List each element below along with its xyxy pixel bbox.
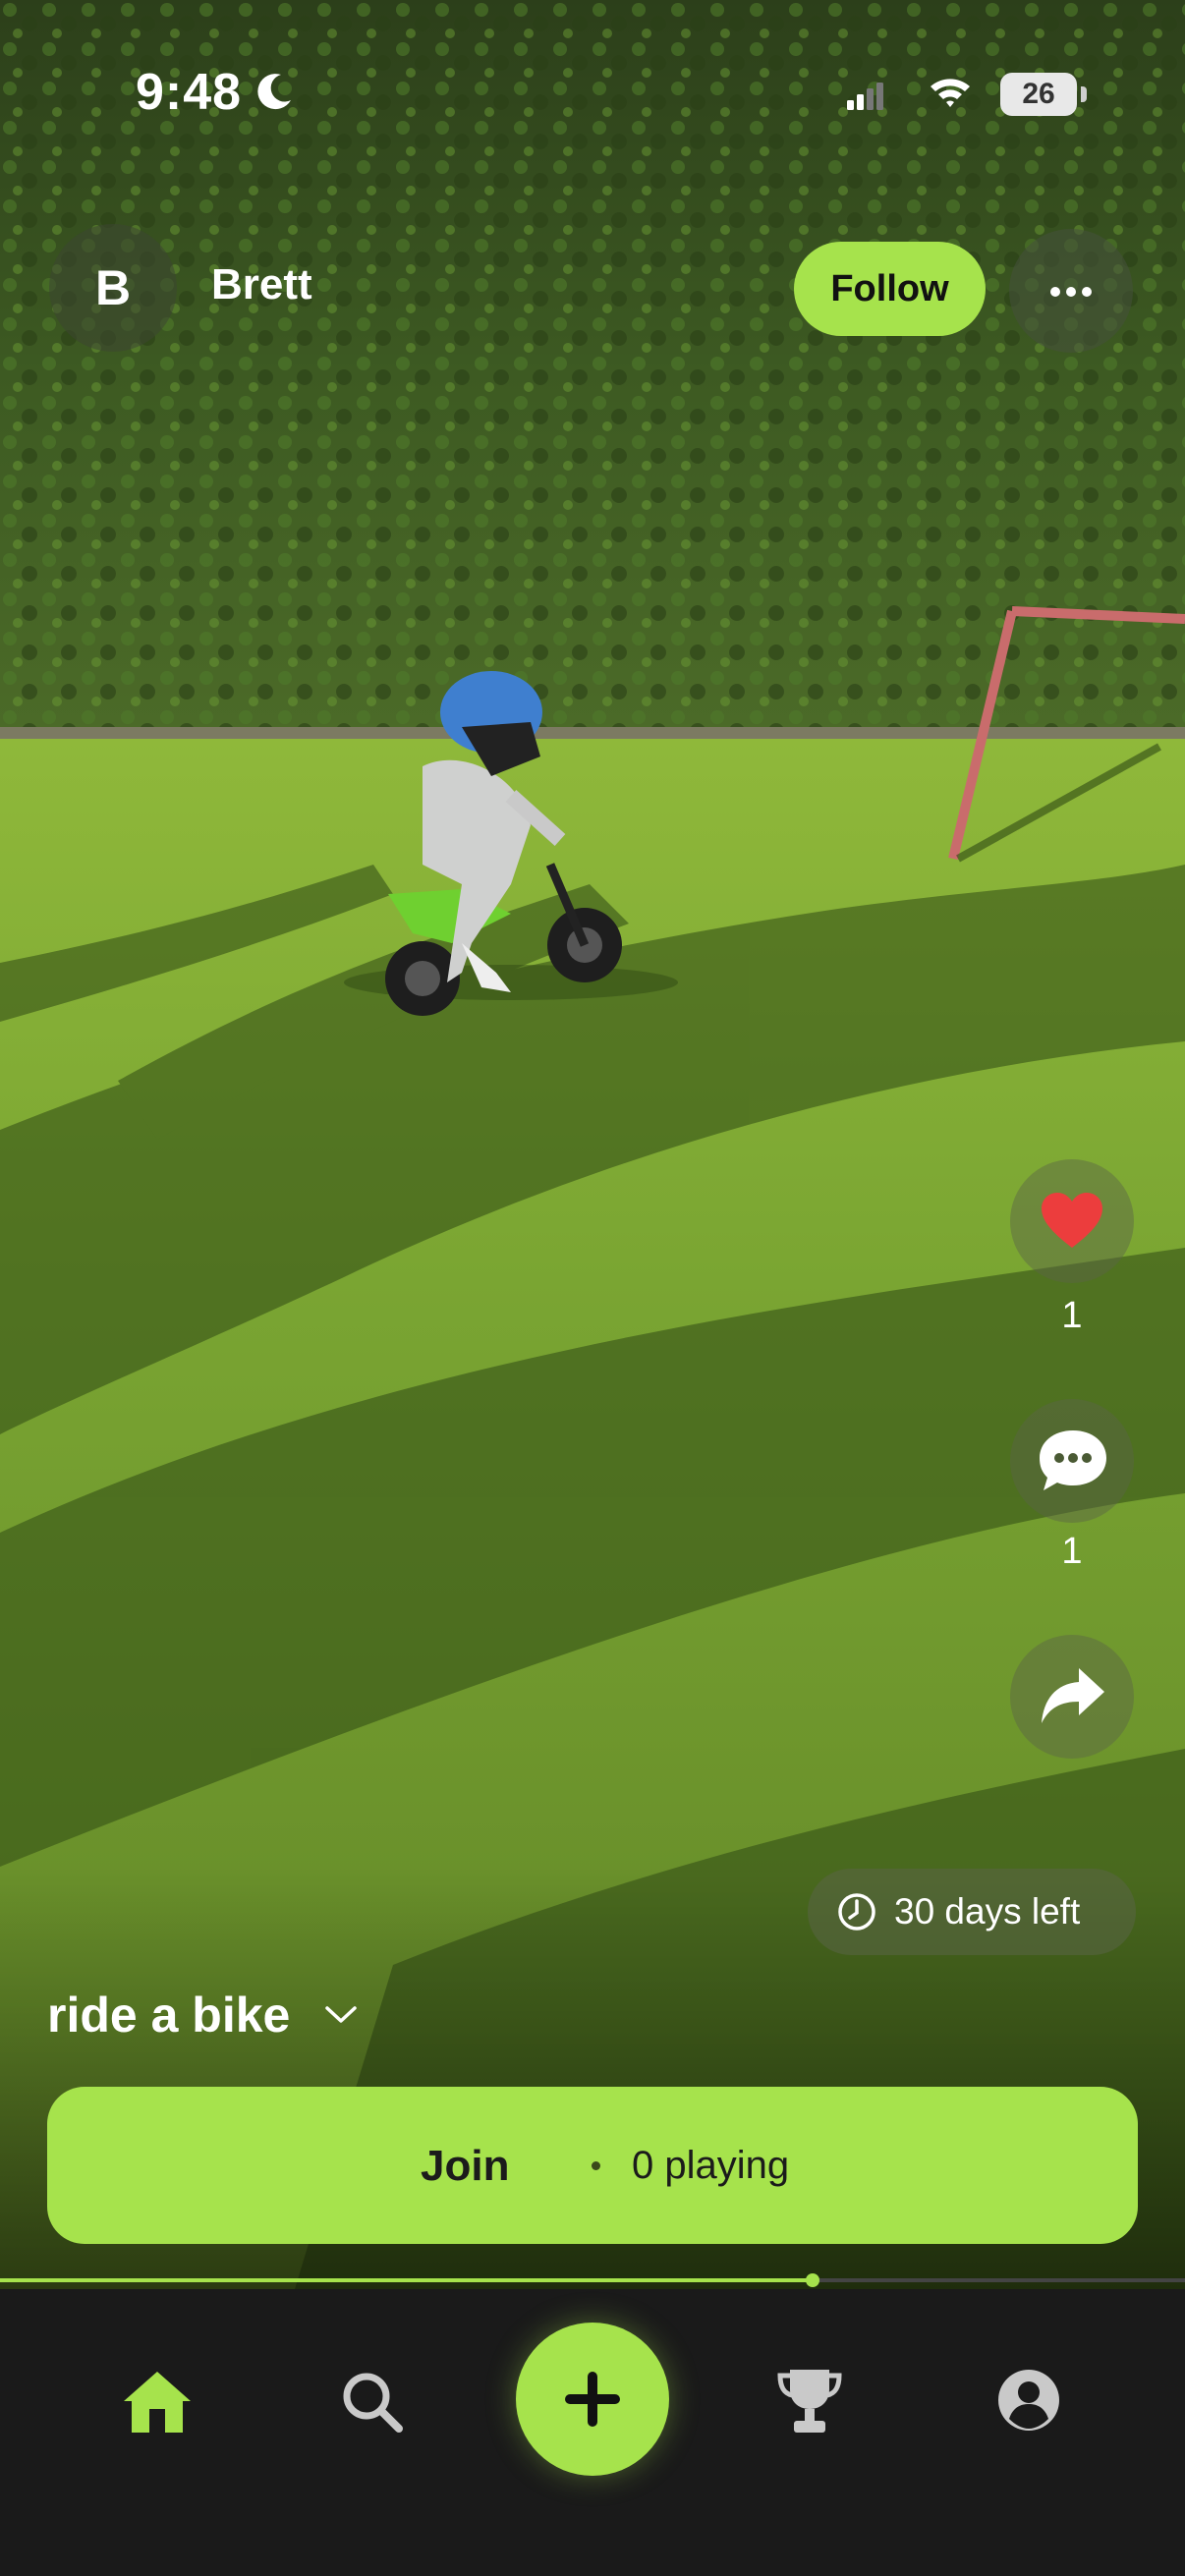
chevron-down-icon[interactable] [324,2004,358,2031]
like-button[interactable] [1010,1159,1134,1283]
share-icon [1042,1668,1104,1723]
status-bar: 9:48 26 [0,0,1185,128]
person-icon [998,2370,1059,2431]
clock-icon [838,1893,875,1931]
time-left-text: 30 days left [894,1891,1081,1932]
signal-icon [847,81,886,115]
wifi-icon [929,75,972,115]
share-button[interactable] [1010,1635,1134,1759]
tab-profile[interactable] [996,2368,1061,2437]
comment-button[interactable] [1010,1399,1134,1523]
video-progress-handle[interactable] [806,2273,819,2287]
separator-dot [592,2161,600,2170]
time-left-badge: 30 days left [808,1869,1136,1955]
like-count: 1 [1061,1295,1083,1336]
video-progress-fill [0,2278,813,2282]
challenge-title[interactable]: ride a bike [47,1987,290,2044]
status-time: 9:48 [136,64,243,121]
avatar[interactable]: B [49,224,177,352]
home-icon [124,2372,191,2433]
comment-icon [1040,1430,1106,1490]
search-icon [343,2373,403,2433]
join-label: Join [421,2142,510,2190]
plus-icon [565,2372,620,2427]
moon-icon [254,71,295,117]
battery-icon: 26 [1000,73,1087,116]
heart-icon [1042,1193,1102,1248]
tab-leaderboard[interactable] [776,2366,843,2441]
more-options-button[interactable] [1009,229,1133,353]
create-button[interactable] [516,2323,669,2476]
tab-search[interactable] [340,2370,405,2439]
comment-count: 1 [1061,1531,1083,1572]
playing-count: 0 playing [632,2144,790,2187]
trophy-icon [777,2370,842,2433]
join-button[interactable]: Join 0 playing [47,2087,1138,2244]
tab-home[interactable] [120,2368,195,2441]
username[interactable]: Brett [211,260,312,309]
follow-button[interactable]: Follow [794,242,986,336]
